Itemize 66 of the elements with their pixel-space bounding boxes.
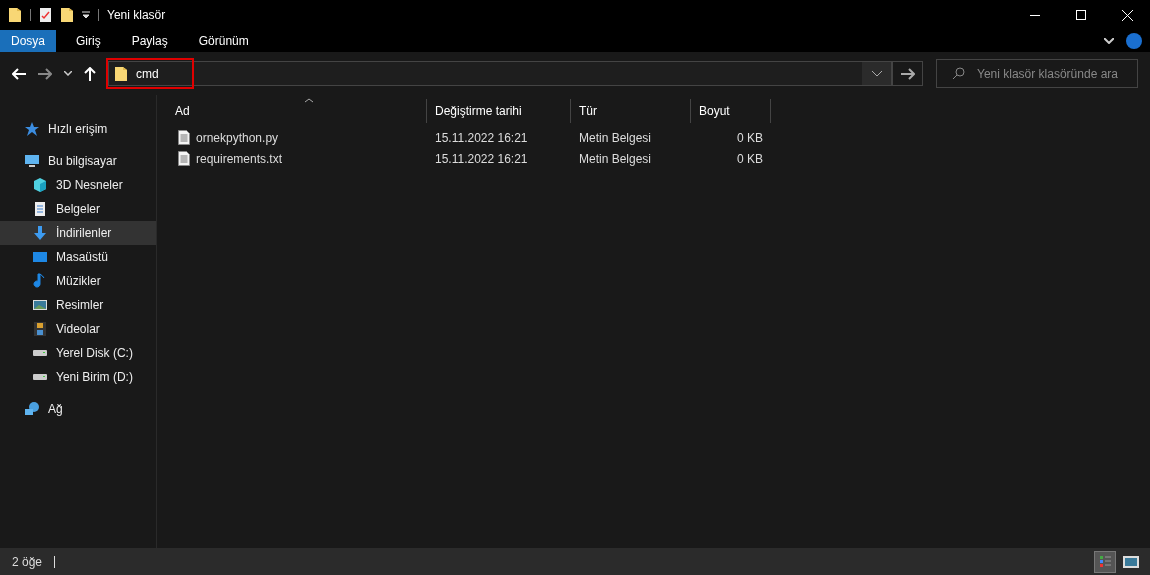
details-list-icon (1099, 555, 1111, 568)
table-cell-text: Metin Belgesi (579, 129, 652, 147)
sidebar-item[interactable]: Masaüstü (0, 245, 156, 269)
sidebar-item[interactable]: Bu bilgisayar (0, 149, 156, 173)
dropdown-icon[interactable] (82, 11, 90, 19)
sidebar-item[interactable]: Ağ (0, 397, 156, 421)
file-row[interactable]: requirements.txt 15.11.2022 16:21 Metin Belgesi 0 KB (167, 148, 1150, 169)
up-arrow-icon[interactable] (84, 66, 96, 81)
address-field[interactable]: cmd (106, 58, 194, 89)
drive-icon (33, 350, 47, 356)
sidebar-item[interactable]: Müzikler (0, 269, 156, 293)
column-header[interactable]: Değiştirme tarihi (427, 99, 571, 123)
film-icon (32, 321, 48, 337)
view-button[interactable] (1094, 550, 1116, 573)
sidebar-item[interactable]: Hızlı erişim (0, 117, 156, 141)
close-icon (1121, 9, 1133, 21)
download-icon (32, 225, 48, 241)
sidebar-item[interactable]: Yeni Birim (D:) (0, 365, 156, 389)
text-file-icon (178, 130, 190, 145)
back-arrow-icon[interactable] (12, 67, 26, 80)
folder-icon (8, 7, 22, 23)
table-cell-text: 0 KB (737, 129, 763, 147)
address-bar[interactable]: cmd (108, 61, 892, 86)
table-cell-text: 0 KB (737, 150, 763, 168)
file-row[interactable]: ornekpython.py 15.11.2022 16:21 Metin Belgesi 0 KB (167, 127, 1150, 148)
drive-icon (33, 374, 47, 380)
chevron-down-icon (871, 70, 882, 77)
ribbon-tab[interactable]: Görünüm (187, 30, 260, 52)
sidebar-item[interactable]: Resimler (0, 293, 156, 317)
column-header[interactable]: Ad (167, 99, 427, 123)
item-count: 2 öğe (12, 553, 43, 571)
chevron-down-icon[interactable] (1104, 38, 1114, 44)
table-cell-text: ornekpython.py (196, 129, 279, 147)
ribbon-tab[interactable]: Paylaş (120, 30, 179, 52)
table-cell-text: 15.11.2022 16:21 (435, 150, 528, 168)
table-cell-text: requirements.txt (196, 150, 283, 168)
document-icon (32, 201, 48, 217)
search-icon (952, 67, 965, 80)
network-icon (24, 401, 40, 417)
computer-icon (24, 153, 40, 169)
table-cell-text: Metin Belgesi (579, 150, 652, 168)
go-button[interactable] (892, 61, 923, 86)
folder-icon (60, 7, 74, 23)
star-icon (24, 121, 40, 137)
image-icon (32, 297, 48, 313)
sidebar-item[interactable]: Videolar (0, 317, 156, 341)
sidebar-item[interactable]: İndirilenler (0, 221, 156, 245)
search-field[interactable]: Yeni klasör klasöründe ara (936, 59, 1138, 88)
image-icon (1123, 555, 1139, 568)
right-arrow-icon (900, 67, 915, 80)
checklist-icon[interactable] (39, 7, 52, 23)
window-title: Yeni klasör (107, 7, 166, 24)
column-header[interactable]: Boyut (691, 99, 771, 123)
text-file-icon (178, 151, 190, 166)
column-header[interactable]: Tür (571, 99, 691, 123)
sidebar-item[interactable]: Yerel Disk (C:) (0, 341, 156, 365)
forward-arrow-icon[interactable] (38, 67, 52, 80)
chevron-down-icon[interactable] (64, 71, 72, 76)
folder-icon (114, 65, 128, 82)
ribbon-tab[interactable]: Giriş (65, 30, 112, 52)
desktop-icon (32, 249, 48, 265)
table-cell-text: 15.11.2022 16:21 (435, 129, 528, 147)
cube-icon (32, 177, 48, 193)
sidebar-item[interactable]: 3D Nesneler (0, 173, 156, 197)
ribbon-tab[interactable]: Dosya (0, 30, 56, 52)
sidebar-item[interactable]: Belgeler (0, 197, 156, 221)
